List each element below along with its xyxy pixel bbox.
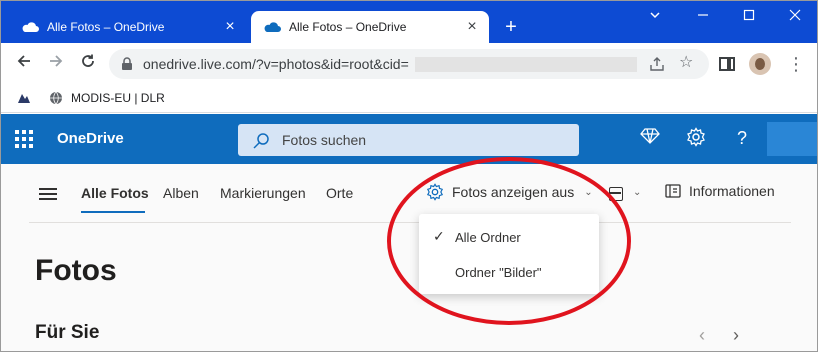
- command-bar: Alle Fotos Alben Markierungen Orte Fotos…: [1, 164, 817, 224]
- address-bar[interactable]: onedrive.live.com/?v=photos&id=root&cid=…: [109, 49, 709, 79]
- premium-button[interactable]: [639, 127, 661, 149]
- help-icon[interactable]: ?: [731, 127, 753, 149]
- layout-icon[interactable]: [609, 187, 623, 201]
- menu-item-alle-ordner[interactable]: ✓ Alle Ordner: [419, 222, 599, 252]
- info-label: Informationen: [689, 183, 775, 199]
- profile-avatar[interactable]: [749, 53, 771, 75]
- window-minimize-button[interactable]: [693, 9, 713, 29]
- tab-orte[interactable]: Orte: [326, 185, 353, 201]
- browser-window: Alle Fotos – OneDrive × Alle Fotos – One…: [0, 0, 818, 352]
- onedrive-cloud-icon: [22, 22, 39, 32]
- active-tab-indicator: [81, 211, 145, 213]
- arrow-left-icon: [17, 55, 30, 67]
- lock-icon: [122, 57, 132, 70]
- share-icon[interactable]: [648, 55, 666, 73]
- onedrive-header: OneDrive Fotos suchen ?: [1, 114, 817, 164]
- reload-button[interactable]: [77, 53, 99, 75]
- forward-button[interactable]: [45, 53, 67, 75]
- app-launcher-icon[interactable]: [15, 130, 33, 148]
- arrow-right-icon: [50, 55, 63, 67]
- account-button[interactable]: [767, 122, 817, 156]
- chevron-down-icon[interactable]: ⌄: [633, 187, 641, 198]
- redacted-url-part: [415, 57, 637, 72]
- hamburger-menu-icon[interactable]: [39, 188, 57, 200]
- info-button[interactable]: Informationen: [665, 183, 775, 199]
- tab-title: Alle Fotos – OneDrive: [289, 20, 407, 34]
- search-placeholder: Fotos suchen: [282, 132, 367, 148]
- chevron-down-icon: ⌄: [584, 186, 593, 198]
- back-button[interactable]: [13, 53, 35, 75]
- section-title: Für Sie: [35, 322, 100, 343]
- bookmarks-bar: MODIS-EU | DLR: [1, 85, 817, 113]
- minimize-button[interactable]: [645, 9, 665, 29]
- maximize-button[interactable]: [739, 9, 759, 29]
- view-by-dropdown-menu: ✓ Alle Ordner Ordner "Bilder": [419, 214, 599, 294]
- chevron-down-icon: [650, 12, 660, 19]
- maximize-icon: [743, 9, 755, 21]
- menu-item-label: Alle Ordner: [455, 230, 521, 245]
- tab-inactive[interactable]: Alle Fotos – OneDrive ×: [9, 11, 247, 43]
- gear-icon: [426, 183, 444, 201]
- minimize-icon: [698, 14, 708, 16]
- star-icon[interactable]: ☆: [679, 52, 693, 72]
- page-title: Fotos: [35, 254, 117, 287]
- tab-title: Alle Fotos – OneDrive: [47, 20, 165, 34]
- tab-alle-fotos[interactable]: Alle Fotos: [81, 185, 149, 201]
- bookmark-app-icon[interactable]: [17, 91, 31, 105]
- view-by-label: Fotos anzeigen aus: [452, 184, 575, 200]
- close-tab-icon[interactable]: ×: [463, 18, 481, 36]
- bookmark-item[interactable]: MODIS-EU | DLR: [71, 91, 165, 105]
- globe-icon: [50, 91, 62, 105]
- settings-button[interactable]: [685, 127, 707, 149]
- close-window-button[interactable]: [785, 9, 805, 29]
- reload-icon: [82, 54, 94, 67]
- search-icon: [253, 133, 269, 149]
- new-tab-button[interactable]: +: [501, 17, 521, 37]
- side-panel-icon[interactable]: [719, 57, 735, 71]
- main-content: Fotos Für Sie ‹ ›: [1, 224, 817, 351]
- gear-icon: [687, 127, 705, 147]
- chevron-left-icon[interactable]: ‹: [699, 325, 705, 346]
- tab-active[interactable]: Alle Fotos – OneDrive ×: [251, 11, 489, 43]
- divider: [29, 222, 791, 223]
- menu-item-label: Ordner "Bilder": [455, 265, 542, 280]
- close-icon: [789, 9, 801, 21]
- more-menu-icon[interactable]: ⋮: [787, 53, 805, 75]
- close-tab-icon[interactable]: ×: [221, 18, 239, 36]
- checkmark-icon: ✓: [433, 228, 445, 244]
- url-text: onedrive.live.com/?v=photos&id=root&cid=: [143, 56, 409, 72]
- chevron-right-icon[interactable]: ›: [733, 325, 739, 346]
- tab-markierungen[interactable]: Markierungen: [220, 185, 306, 201]
- browser-toolbar: onedrive.live.com/?v=photos&id=root&cid=…: [1, 43, 817, 85]
- view-by-dropdown-button[interactable]: Fotos anzeigen aus ⌄: [426, 183, 593, 201]
- tab-alben[interactable]: Alben: [163, 185, 199, 201]
- search-box[interactable]: Fotos suchen: [238, 124, 579, 156]
- tab-strip: Alle Fotos – OneDrive × Alle Fotos – One…: [1, 1, 817, 43]
- info-pane-icon: [665, 184, 681, 198]
- onedrive-cloud-icon: [264, 22, 281, 32]
- diamond-icon: [640, 128, 660, 144]
- brand-name[interactable]: OneDrive: [57, 130, 124, 147]
- menu-item-ordner-bilder[interactable]: Ordner "Bilder": [419, 257, 599, 287]
